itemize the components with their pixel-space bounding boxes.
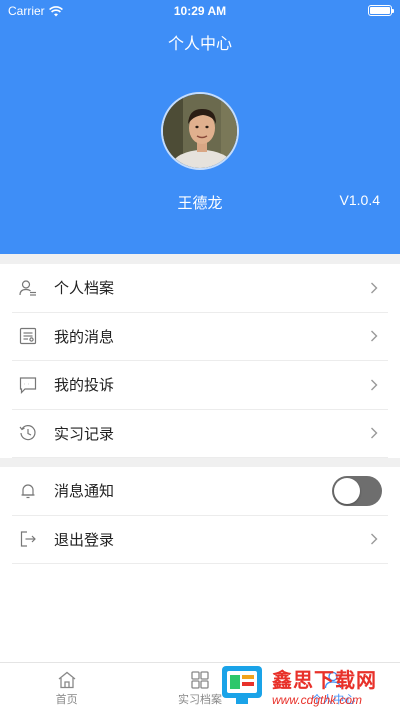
- menu-item-logout[interactable]: 退出登录: [12, 516, 388, 564]
- avatar[interactable]: [161, 92, 239, 170]
- message-doc-icon: [18, 326, 38, 346]
- menu-item-profile[interactable]: 个人档案: [12, 264, 388, 313]
- page-title: 个人中心: [167, 34, 232, 53]
- menu-item-messages[interactable]: 我的消息: [12, 313, 388, 361]
- watermark-url: www.cdgthk.com: [272, 692, 363, 707]
- user-profile-icon: [18, 278, 38, 298]
- bell-icon: [18, 481, 38, 501]
- home-icon: [58, 671, 76, 689]
- menu-group-main: 个人档案 我的消息 我的投诉 实习记录: [0, 264, 400, 458]
- menu-item-logout-label: 退出登录: [54, 530, 115, 549]
- chevron-right-icon: [366, 531, 382, 547]
- status-time: 10:29 AM: [173, 4, 227, 18]
- menu-item-complaints-label: 我的投诉: [54, 376, 115, 395]
- menu-item-notifications: 消息通知: [12, 467, 388, 516]
- avatar-photo: [163, 94, 237, 168]
- logout-icon: [18, 529, 38, 549]
- chat-bubble-icon: [18, 375, 38, 395]
- site-watermark: 鑫思下载网 www.cdgthk.com: [218, 660, 396, 710]
- tab-home-label: 首页: [55, 693, 78, 706]
- menu-item-internship-records-label: 实习记录: [54, 424, 115, 443]
- menu-item-internship-records[interactable]: 实习记录: [12, 410, 388, 458]
- history-icon: [18, 423, 38, 443]
- version-label: V1.0.4: [339, 192, 380, 208]
- menu-item-notifications-label: 消息通知: [54, 482, 115, 501]
- grid-icon: [191, 671, 209, 689]
- tab-internship-files-label: 实习档案: [177, 693, 222, 706]
- chevron-right-icon: [366, 377, 382, 393]
- watermark-text: 鑫思下载网 www.cdgthk.com: [272, 664, 377, 707]
- menu-item-profile-label: 个人档案: [54, 279, 115, 298]
- watermark-main: 鑫思下载网: [272, 667, 377, 692]
- chevron-right-icon: [366, 280, 382, 296]
- menu-group-settings: 消息通知 退出登录: [0, 467, 400, 564]
- notification-toggle[interactable]: [332, 475, 382, 506]
- chevron-right-icon: [366, 328, 382, 344]
- section-divider: [0, 458, 400, 467]
- menu-item-messages-label: 我的消息: [54, 327, 115, 346]
- tab-home[interactable]: 首页: [0, 663, 133, 710]
- status-bar: Carrier 10:29 AM: [0, 0, 400, 22]
- chevron-right-icon: [366, 425, 382, 441]
- watermark-logo: [218, 662, 270, 708]
- section-divider: [0, 254, 400, 264]
- toggle-knob: [334, 477, 360, 504]
- profile-header: Carrier 10:29 AM 个人中心 王德龙 V1.0.4: [0, 0, 400, 254]
- battery-icon: [368, 5, 394, 16]
- menu-item-complaints[interactable]: 我的投诉: [12, 361, 388, 410]
- username: 王德龙: [177, 194, 223, 212]
